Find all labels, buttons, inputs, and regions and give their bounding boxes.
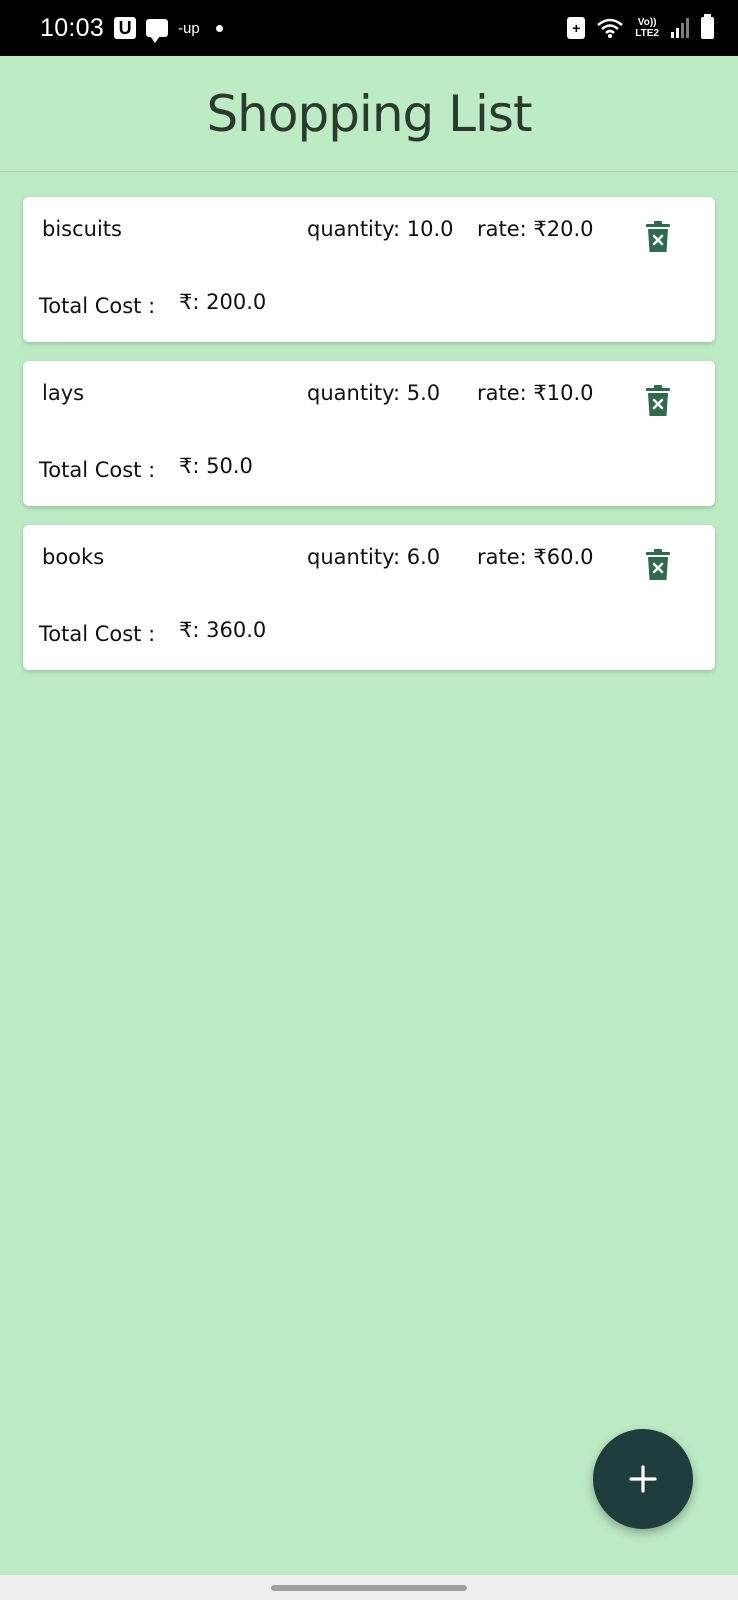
item-rate: rate: ₹20.0 [477, 217, 594, 241]
battery-icon [701, 14, 714, 39]
volte-indicator: Vo)) LTE2 [635, 17, 659, 39]
battery-saver-icon: + [567, 17, 586, 39]
item-quantity: quantity: 6.0 [307, 545, 441, 569]
more-notifications-dot-icon [215, 24, 223, 32]
item-rate: rate: ₹60.0 [477, 545, 594, 569]
status-bar-left: 10:03 U -up [40, 14, 223, 43]
u-app-notification-icon: U [114, 17, 137, 39]
total-cost-value: ₹: 50.0 [179, 454, 253, 478]
plus-icon [629, 1465, 657, 1493]
item-quantity: quantity: 5.0 [307, 381, 441, 405]
shopping-list: biscuits quantity: 10.0 rate: ₹20.0 Tota… [23, 197, 715, 689]
app-header: Shopping List [0, 56, 738, 171]
status-bar: 10:03 U -up + Vo)) LTE2 [0, 0, 738, 56]
up-app-notification-icon: -up [178, 19, 200, 37]
item-quantity: quantity: 10.0 [307, 217, 454, 241]
total-cost-value: ₹: 360.0 [179, 618, 267, 642]
volte-line2: LTE2 [635, 28, 659, 39]
delete-icon[interactable] [646, 385, 670, 416]
page-title: Shopping List [206, 84, 532, 143]
total-cost-value: ₹: 200.0 [179, 290, 267, 314]
list-item[interactable]: books quantity: 6.0 rate: ₹60.0 Total Co… [23, 525, 715, 670]
item-name: lays [42, 381, 85, 405]
total-cost-label: Total Cost : [39, 294, 156, 318]
list-item[interactable]: lays quantity: 5.0 rate: ₹10.0 Total Cos… [23, 361, 715, 506]
total-cost-label: Total Cost : [39, 622, 156, 646]
navigation-bar [0, 1575, 738, 1600]
signal-strength-icon [671, 18, 689, 38]
total-cost-label: Total Cost : [39, 458, 156, 482]
volte-line1: Vo)) [637, 17, 657, 28]
message-notification-icon [146, 19, 169, 43]
delete-icon[interactable] [646, 549, 670, 580]
status-time: 10:03 [40, 13, 105, 42]
item-name: books [42, 545, 105, 569]
add-item-button[interactable] [593, 1429, 693, 1529]
delete-icon[interactable] [646, 221, 670, 252]
gesture-handle[interactable] [271, 1585, 467, 1591]
item-name: biscuits [42, 217, 122, 241]
item-rate: rate: ₹10.0 [477, 381, 594, 405]
wifi-icon [597, 18, 624, 38]
status-bar-right: + Vo)) LTE2 [567, 14, 714, 39]
list-item[interactable]: biscuits quantity: 10.0 rate: ₹20.0 Tota… [23, 197, 715, 342]
